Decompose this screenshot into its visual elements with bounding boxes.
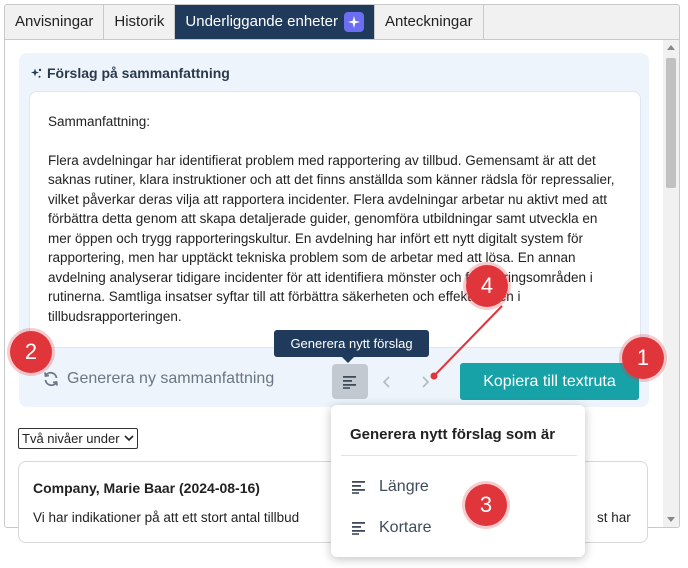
annotation-marker-2: 2 <box>10 331 52 373</box>
tab-historik[interactable]: Historik <box>104 5 176 39</box>
suggestion-title-text: Förslag på sammanfattning <box>47 65 230 81</box>
scrollbar-thumb[interactable] <box>666 58 676 188</box>
refresh-icon <box>44 371 58 387</box>
level-select[interactable]: Två nivåer under <box>18 428 138 449</box>
tab-label: Historik <box>114 13 165 30</box>
tab-anteckningar[interactable]: Anteckningar <box>375 5 484 39</box>
marker-number: 1 <box>636 345 650 370</box>
previous-suggestion-button[interactable] <box>377 372 397 392</box>
marker-number: 4 <box>480 273 494 298</box>
note-author: Company, Marie Baar (2024-08-16) <box>33 480 260 496</box>
marker-pointer-line <box>430 305 503 380</box>
dropdown-item-label: Kortare <box>379 519 432 536</box>
suggestion-title: Förslag på sammanfattning <box>31 65 230 81</box>
text-lines-icon <box>352 481 365 494</box>
text-lines-icon <box>343 375 356 389</box>
sparkle-icon <box>31 68 42 78</box>
annotation-marker-1: 1 <box>622 337 664 379</box>
level-select-value: Två nivåer under <box>22 431 120 446</box>
ai-sparkle-icon <box>344 12 365 32</box>
dropdown-item-longer[interactable]: Längre <box>351 478 429 496</box>
dropdown-divider <box>341 455 577 456</box>
regenerate-summary-button[interactable]: Generera ny sammanfattning <box>42 370 274 388</box>
chevron-down-icon <box>123 435 134 442</box>
vertical-scrollbar[interactable] <box>663 40 679 527</box>
tab-label: Underliggande enheter <box>185 13 339 30</box>
note-text-end: st har <box>597 510 631 525</box>
dropdown-item-label: Längre <box>379 478 429 495</box>
generate-variant-button[interactable] <box>332 364 368 399</box>
summary-textbox[interactable]: Sammanfattning: Flera avdelningar har id… <box>29 91 641 348</box>
scroll-up-icon[interactable] <box>667 45 675 50</box>
dropdown-title: Generera nytt förslag som är <box>350 426 556 443</box>
scroll-down-icon[interactable] <box>667 517 675 522</box>
marker-number: 3 <box>479 492 493 517</box>
text-lines-icon <box>352 522 365 535</box>
summary-content: Sammanfattning: Flera avdelningar har id… <box>48 112 623 345</box>
dropdown-item-shorter[interactable]: Kortare <box>351 519 431 537</box>
regenerate-label: Generera ny sammanfattning <box>67 370 275 387</box>
annotation-marker-3: 3 <box>465 484 507 526</box>
summary-heading: Sammanfattning: <box>48 114 151 129</box>
tab-anvisningar[interactable]: Anvisningar <box>5 5 105 39</box>
tooltip-text: Generera nytt förslag <box>290 336 413 351</box>
tab-underliggande-enheter[interactable]: Underliggande enheter <box>175 5 376 39</box>
tab-label: Anteckningar <box>385 13 473 30</box>
chevron-left-icon <box>382 376 390 388</box>
summary-body: Flera avdelningar har identifierat probl… <box>48 152 615 324</box>
annotation-marker-4: 4 <box>466 265 508 307</box>
variant-dropdown: Generera nytt förslag som är Längre Kort… <box>331 405 585 557</box>
tab-bar: Anvisningar Historik Underliggande enhet… <box>5 5 679 40</box>
marker-number: 2 <box>24 339 38 364</box>
generate-tooltip: Generera nytt förslag <box>274 330 429 363</box>
tab-label: Anvisningar <box>15 13 94 30</box>
